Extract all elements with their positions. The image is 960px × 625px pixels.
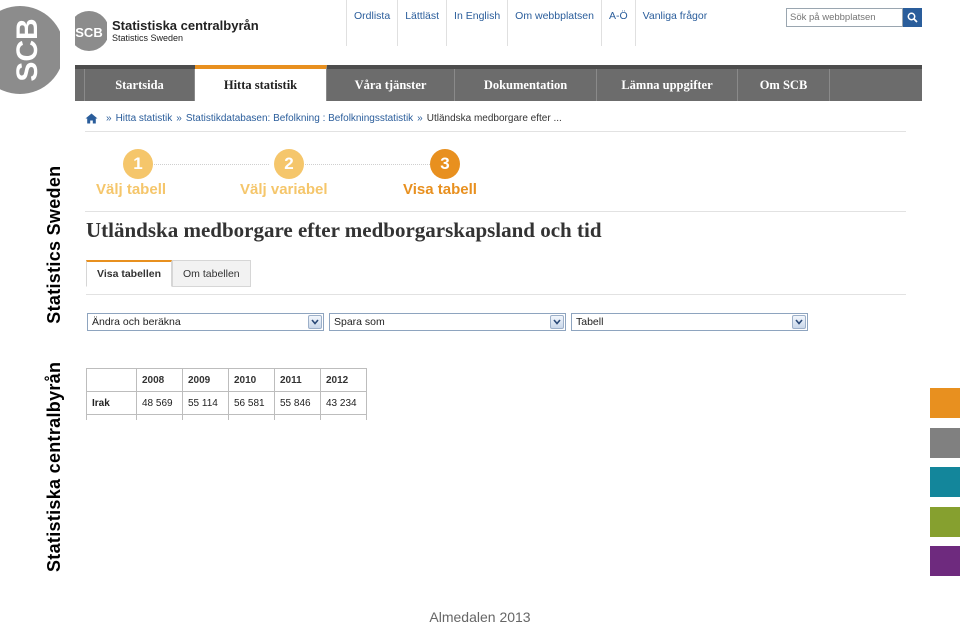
svg-text:SCB: SCB xyxy=(11,18,44,81)
table-cell: 55 846 xyxy=(274,391,321,415)
nav-item[interactable]: Våra tjänster xyxy=(327,69,455,101)
search-button[interactable] xyxy=(903,8,922,27)
dropdown-select[interactable]: Tabell xyxy=(571,313,808,331)
step-progress: 1 Välj tabell 2 Välj variabel 3 Visa tabell xyxy=(75,148,922,203)
nav-item[interactable]: Om SCB xyxy=(738,69,830,101)
data-table: 2008 2009 2010 2011 2012 Irak 48 569 55 114 56 … xyxy=(86,368,367,420)
divider xyxy=(85,211,906,212)
column-header: 2009 xyxy=(182,368,229,392)
scb-logo[interactable]: SCB xyxy=(75,8,107,55)
step-circle[interactable]: 1 xyxy=(123,149,153,179)
search-icon xyxy=(907,12,918,23)
brand[interactable]: Statistiska centralbyrån Statistics Swed… xyxy=(112,18,259,43)
color-tab xyxy=(930,507,960,537)
color-tab xyxy=(930,388,960,418)
color-tab xyxy=(930,467,960,497)
chevron-down-icon xyxy=(308,315,322,329)
chevron-down-icon xyxy=(792,315,806,329)
vertical-brand-swedish: Statistiska centralbyrån xyxy=(44,361,64,572)
dropdown-select[interactable]: Spara som xyxy=(329,313,566,331)
top-links: Ordlista Lättläst In English Om webbplatsen… xyxy=(346,0,714,46)
breadcrumb-current: Utländska medborgare efter ... xyxy=(426,113,562,124)
column-header: 2011 xyxy=(274,368,321,392)
table-cell: 55 114 xyxy=(182,391,229,415)
step-label[interactable]: Välj tabell xyxy=(96,181,166,198)
top-link[interactable]: Lättläst xyxy=(397,0,446,46)
top-link[interactable]: Om webbplatsen xyxy=(507,0,601,46)
breadcrumb: » Hitta statistik » Statistikdatabasen: … xyxy=(85,113,562,124)
table-cell-empty xyxy=(182,414,229,420)
page-title: Utländska medborgare efter medborgarskap… xyxy=(86,218,602,242)
step-label[interactable]: Visa tabell xyxy=(403,181,477,198)
nav-item[interactable]: Lämna uppgifter xyxy=(597,69,738,101)
step-circle[interactable]: 2 xyxy=(274,149,304,179)
select-value: Tabell xyxy=(576,316,604,328)
column-header: 2008 xyxy=(136,368,183,392)
row-header: Irak xyxy=(86,391,137,415)
content-tabs: Visa tabellen Om tabellen xyxy=(86,260,251,287)
tabs-divider xyxy=(86,294,906,295)
main-nav: Startsida Hitta statistik Våra tjänster Dok… xyxy=(75,65,922,101)
brand-subtitle: Statistics Sweden xyxy=(112,33,184,43)
tab[interactable]: Om tabellen xyxy=(172,260,251,287)
table-cell-empty xyxy=(274,414,321,420)
table-cell-empty xyxy=(228,414,275,420)
scb-slide-logo: SCB xyxy=(0,6,60,94)
table-tail-row xyxy=(86,414,367,420)
top-link[interactable]: In English xyxy=(446,0,507,46)
website: SCB Statistiska centralbyrån Statistics … xyxy=(75,0,922,420)
breadcrumb-item[interactable]: Statistikdatabasen: Befolkning : Befolkn… xyxy=(186,113,413,124)
table-cell-empty xyxy=(136,414,183,420)
slide-footer: Almedalen 2013 xyxy=(429,609,531,625)
top-link[interactable]: Ordlista xyxy=(346,0,397,46)
breadcrumb-separator: » xyxy=(176,113,182,124)
table-row: Irak 48 569 55 114 56 581 55 846 43 234 xyxy=(86,391,367,415)
chevron-down-icon xyxy=(550,315,564,329)
divider xyxy=(85,131,906,132)
step-connector xyxy=(138,164,269,165)
step-circle[interactable]: 3 xyxy=(430,149,460,179)
site-header: SCB Statistiska centralbyrån Statistics … xyxy=(75,0,922,62)
brand-name: Statistiska centralbyrån xyxy=(112,18,259,33)
table-corner xyxy=(86,368,137,392)
tab[interactable]: Visa tabellen xyxy=(86,260,173,287)
dropdown-select[interactable]: Ändra och beräkna xyxy=(87,313,324,331)
breadcrumb-separator: » xyxy=(106,113,112,124)
home-icon[interactable] xyxy=(85,113,98,124)
top-link[interactable]: Vanliga frågor xyxy=(634,0,715,46)
nav-item[interactable]: Dokumentation xyxy=(455,69,597,101)
nav-item[interactable]: Startsida xyxy=(84,69,195,101)
breadcrumb-item[interactable]: Hitta statistik xyxy=(116,113,173,124)
color-tab xyxy=(930,428,960,458)
vertical-brand-english: Statistics Sweden xyxy=(44,165,64,324)
select-value: Spara som xyxy=(334,316,385,328)
search-input[interactable] xyxy=(786,8,903,27)
step-connector xyxy=(305,164,436,165)
svg-text:SCB: SCB xyxy=(75,25,102,40)
breadcrumb-separator: » xyxy=(417,113,423,124)
select-value: Ändra och beräkna xyxy=(92,316,181,328)
table-cell: 48 569 xyxy=(136,391,183,415)
table-cell: 56 581 xyxy=(228,391,275,415)
top-link[interactable]: A-Ö xyxy=(600,0,635,46)
color-tab xyxy=(930,546,960,576)
column-header: 2012 xyxy=(320,368,367,392)
table-cell-empty xyxy=(86,414,137,420)
action-selects: Ändra och beräkna Spara som Tabell xyxy=(87,313,813,331)
column-header: 2010 xyxy=(228,368,275,392)
table-cell-empty xyxy=(320,414,367,420)
vertical-brand-text: Statistiska centralbyrån Statistics Swede… xyxy=(44,166,65,572)
nav-item[interactable]: Hitta statistik xyxy=(195,65,327,101)
table-cell: 43 234 xyxy=(320,391,367,415)
step-label[interactable]: Välj variabel xyxy=(240,181,328,198)
